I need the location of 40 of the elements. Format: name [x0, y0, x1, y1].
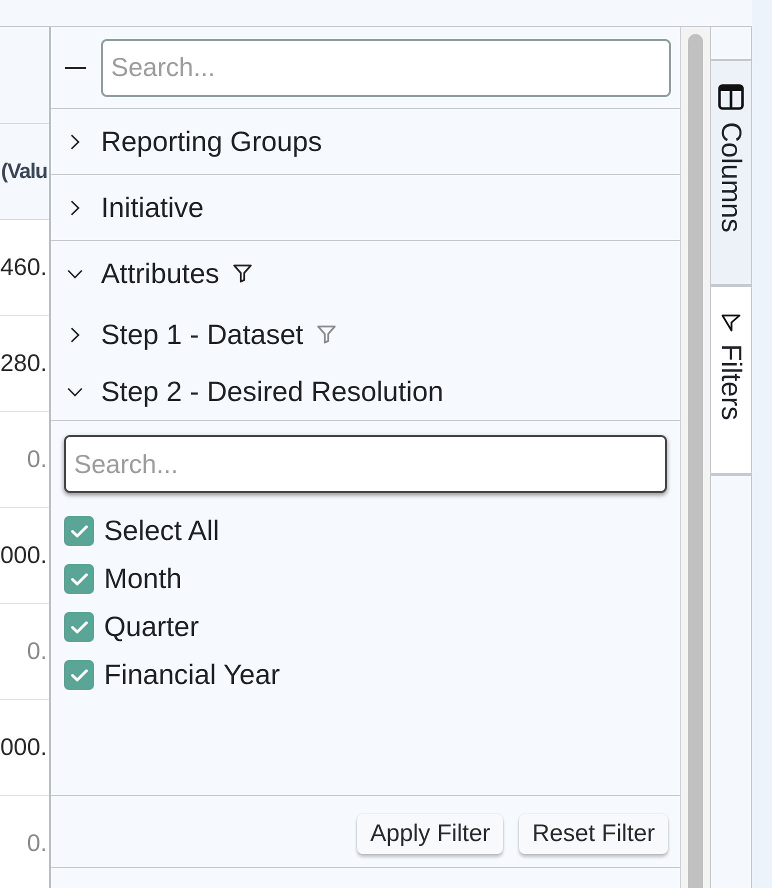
filter-group-title[interactable]: Step 2 - Desired Resolution	[101, 376, 444, 408]
chevron-down-icon[interactable]	[67, 386, 83, 396]
table-cell: 0.	[0, 412, 49, 508]
filter-group-title[interactable]: Initiative	[101, 192, 204, 224]
chevron-down-icon[interactable]	[67, 268, 83, 278]
table-cell: 000.	[0, 700, 49, 796]
option-label: Quarter	[104, 611, 199, 643]
check-icon	[70, 668, 88, 682]
check-icon	[70, 524, 88, 538]
table-cell: 460.	[0, 220, 49, 316]
checkbox[interactable]	[64, 660, 94, 690]
minus-icon[interactable]	[65, 66, 86, 68]
chevron-right-icon[interactable]	[70, 326, 80, 342]
option-label: Financial Year	[104, 659, 280, 691]
table-cell: 000.	[0, 508, 49, 604]
table-cell: 0.	[0, 604, 49, 700]
chevron-right-icon[interactable]	[70, 200, 80, 216]
column-header[interactable]: (Valu	[0, 124, 49, 220]
filter-button[interactable]: Reset Filter	[519, 814, 668, 854]
table-cell: 280.	[0, 316, 49, 412]
columns-icon	[718, 84, 744, 110]
search-field[interactable]: Search...	[101, 38, 671, 96]
scrollbar-thumb[interactable]	[688, 34, 703, 888]
check-icon	[70, 572, 88, 586]
chevron-right-icon[interactable]	[70, 134, 80, 150]
option-label: Month	[104, 563, 182, 595]
filter-group-title[interactable]: Step 1 - Dataset	[101, 318, 304, 350]
side-tab[interactable]: Filters	[711, 287, 751, 476]
checkbox[interactable]	[64, 564, 94, 594]
filter-button[interactable]: Apply Filter	[357, 814, 504, 854]
funnel-icon	[721, 314, 741, 332]
search-field[interactable]: Search...	[64, 435, 667, 493]
side-tab[interactable]: Columns	[711, 61, 751, 288]
checkbox[interactable]	[64, 516, 94, 546]
check-icon	[70, 620, 88, 634]
filter-group-title[interactable]: Reporting Groups	[101, 126, 322, 158]
checkbox[interactable]	[64, 612, 94, 642]
table-cell: 0.	[0, 796, 49, 888]
filter-group-title[interactable]: Attributes	[101, 258, 220, 290]
option-label: Select All	[104, 515, 220, 547]
